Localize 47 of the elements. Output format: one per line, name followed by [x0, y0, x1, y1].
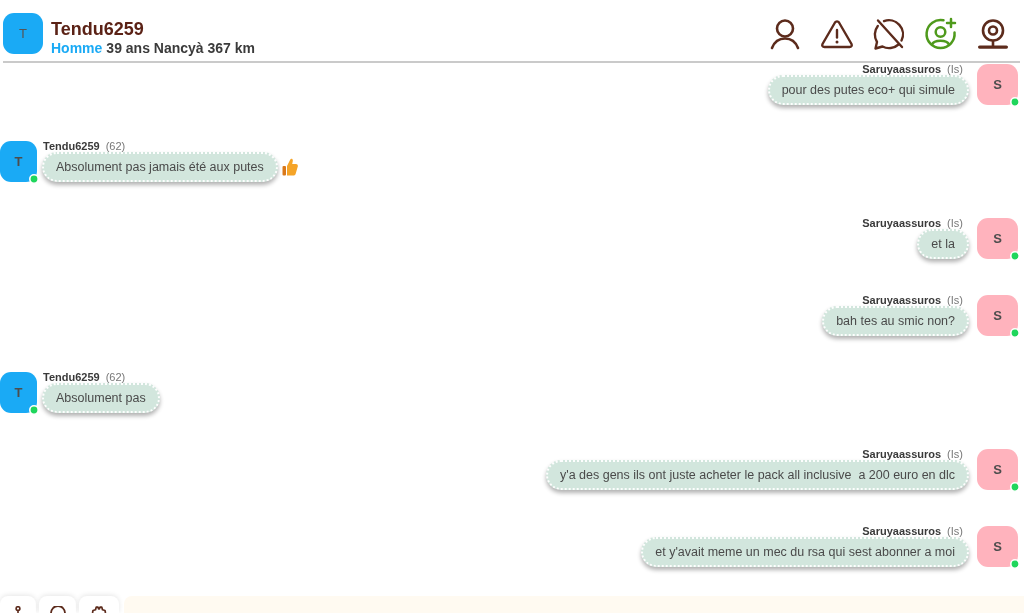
message-bubble: y'a des gens ils ont juste acheter le pack all inclusive a 200 euro en dlc	[546, 460, 969, 490]
add-friend-button[interactable]	[924, 17, 958, 51]
avatar-letter: T	[14, 385, 23, 400]
profile-button[interactable]	[768, 17, 802, 51]
message-bubble: pour des putes eco+ qui simule	[767, 75, 969, 105]
person-icon	[768, 17, 802, 51]
gear-icon	[91, 606, 107, 613]
profile-button[interactable]	[0, 596, 36, 613]
message-bubble: et la	[917, 229, 969, 259]
person-icon	[14, 606, 22, 613]
avatar-letter: S	[993, 231, 1002, 246]
author-tag: (Is)	[947, 217, 963, 229]
author-tag: (Is)	[947, 448, 963, 460]
message-bubble: et y'avait meme un mec du rsa qui sest abonner a moi	[641, 537, 969, 567]
chat-slash-icon	[872, 17, 906, 51]
author-tag: (Is)	[947, 525, 963, 537]
message-bubble: Absolument pas	[42, 383, 160, 413]
author-tag: (62)	[105, 140, 126, 152]
warning-icon	[820, 17, 854, 51]
avatar-letter: S	[993, 77, 1002, 92]
message-bubble: Absolument pas jamais été aux putes	[42, 152, 278, 182]
block-chat-button[interactable]	[872, 17, 906, 51]
webcam-button[interactable]	[976, 17, 1010, 51]
avatar-letter: S	[993, 462, 1002, 477]
author-tag: (62)	[105, 371, 126, 383]
avatar-letter: T	[19, 26, 27, 41]
report-button[interactable]	[820, 17, 854, 51]
profile-details: 39 ans Nancyà 367 km	[106, 40, 255, 57]
webcam-icon	[976, 17, 1010, 51]
avatar-letter: T	[14, 154, 23, 169]
author-tag: (Is)	[947, 63, 963, 75]
author-name: Saruyaassuros	[862, 63, 942, 75]
author-name: Tendu6259	[43, 140, 100, 152]
message-bubble: bah tes au smic non?	[822, 306, 969, 336]
author-tag: (Is)	[947, 294, 963, 306]
avatar-letter: S	[993, 539, 1002, 554]
author-name: Saruyaassuros	[862, 448, 942, 460]
author-name: Saruyaassuros	[862, 217, 942, 229]
username: Tendu6259	[51, 19, 145, 40]
gender-label: Homme	[51, 40, 103, 57]
author-name: Saruyaassuros	[862, 294, 942, 306]
author-name: Tendu6259	[43, 371, 100, 383]
author-name: Saruyaassuros	[862, 525, 942, 537]
avatar-letter: S	[993, 308, 1002, 323]
add-user-icon	[924, 17, 958, 51]
settings-button[interactable]	[79, 596, 119, 613]
emoji-button[interactable]	[39, 596, 76, 613]
